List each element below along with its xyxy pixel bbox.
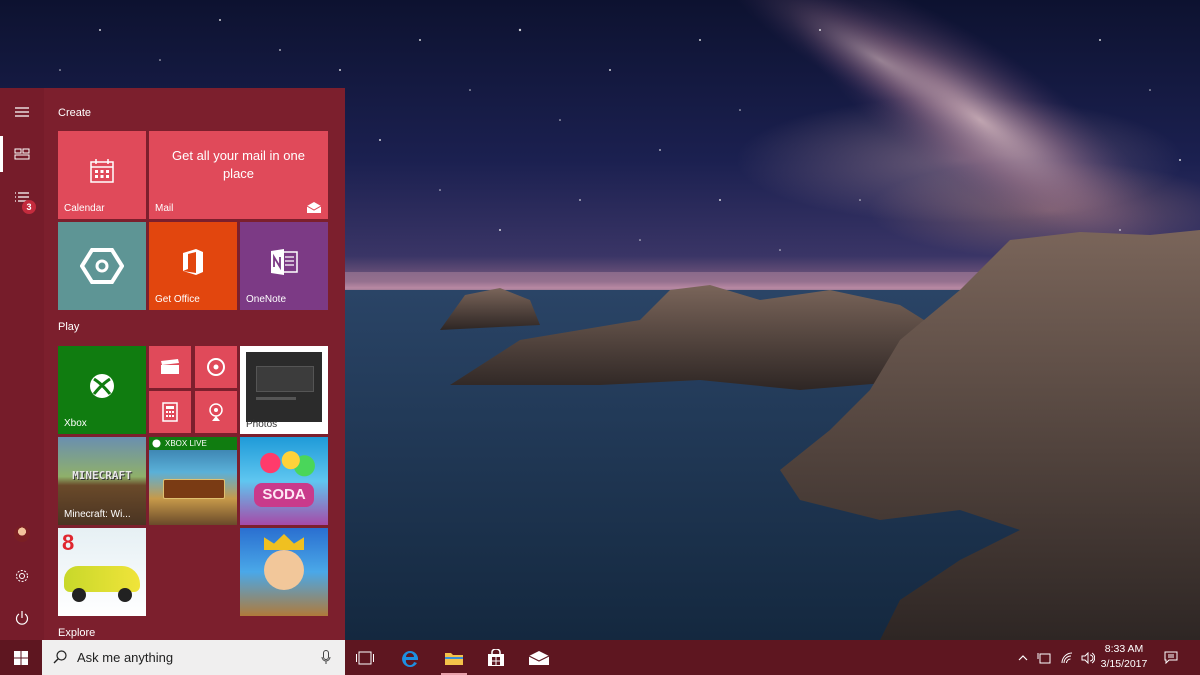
- store-icon: [488, 648, 504, 666]
- network-button[interactable]: [1056, 640, 1078, 675]
- store-button[interactable]: [476, 640, 516, 675]
- tile-photos[interactable]: Photos: [240, 346, 328, 434]
- onenote-icon: [271, 248, 298, 275]
- crown-art: [264, 534, 304, 550]
- group-label-explore: Explore: [58, 627, 96, 639]
- asphalt-logo: 8: [62, 530, 75, 555]
- xbox-icon: [152, 439, 161, 448]
- show-hidden-icons-button[interactable]: [1014, 640, 1032, 675]
- start-menu-rail: 3: [0, 88, 44, 640]
- tile-calculator[interactable]: [149, 391, 191, 433]
- soda-logo: SODA: [254, 483, 314, 507]
- volume-button[interactable]: [1078, 640, 1098, 675]
- tile-xbox[interactable]: Xbox: [58, 346, 146, 434]
- search-placeholder: Ask me anything: [77, 650, 174, 665]
- envelope-icon: [528, 650, 550, 665]
- taskbar: Ask me anything 8:33 AM 3/15/2017: [0, 640, 1200, 675]
- tile-label: Calendar: [64, 203, 105, 214]
- photo-thumbnail: [246, 352, 322, 422]
- castle-siege-logo: [163, 479, 225, 499]
- group-label-create: Create: [58, 107, 92, 119]
- clock-time: 8:33 AM: [1104, 643, 1144, 655]
- office-icon: [183, 248, 203, 275]
- tile-pdf-app[interactable]: [58, 222, 146, 310]
- chevron-up-icon: [1018, 654, 1028, 660]
- search-input[interactable]: Ask me anything: [42, 640, 345, 675]
- tile-candy-crush-soda[interactable]: SODA: [240, 437, 328, 525]
- power-icon: [15, 611, 29, 625]
- start-button[interactable]: [0, 640, 42, 675]
- tile-mail[interactable]: Get all your mail in one place Mail: [149, 131, 328, 219]
- tile-asphalt-8[interactable]: 8: [58, 528, 146, 616]
- notification-icon: [1164, 651, 1178, 664]
- account-button[interactable]: [0, 516, 44, 552]
- tile-calendar[interactable]: Calendar: [58, 131, 146, 219]
- tile-groove[interactable]: [195, 346, 237, 388]
- candy-art: [250, 449, 318, 477]
- webcam-icon: [209, 403, 223, 421]
- mail-message: Get all your mail in one place: [172, 148, 305, 181]
- xbox-live-banner: XBOX LIVE: [149, 437, 237, 450]
- edge-button[interactable]: [390, 640, 430, 675]
- windows-logo-icon: [14, 650, 28, 665]
- all-apps-button[interactable]: 3: [0, 180, 44, 216]
- character-art: [264, 550, 304, 590]
- notification-badge: 3: [22, 200, 36, 214]
- tile-label: Minecraft: Wi...: [64, 509, 131, 520]
- tile-movies[interactable]: [149, 346, 191, 388]
- mail-app-button[interactable]: [518, 640, 560, 675]
- tile-minecraft[interactable]: MINECRAFT Minecraft: Wi...: [58, 437, 146, 525]
- hexagon-icon: [80, 248, 124, 284]
- clock[interactable]: 8:33 AM 3/15/2017: [1096, 642, 1152, 672]
- search-icon: [53, 650, 67, 664]
- power-button[interactable]: [0, 600, 44, 636]
- folder-icon: [445, 652, 463, 665]
- tile-get-office[interactable]: Get Office: [149, 222, 237, 310]
- tile-label: Mail: [155, 203, 174, 214]
- group-label-play: Play: [58, 321, 80, 333]
- task-view-button[interactable]: [345, 640, 385, 675]
- minecraft-logo: MINECRAFT: [72, 469, 132, 482]
- avatar: [14, 526, 30, 542]
- tiles-view-button[interactable]: [0, 136, 44, 172]
- tablet-icon: [1037, 652, 1051, 663]
- xbox-icon: [90, 373, 114, 398]
- music-disc-icon: [207, 358, 225, 376]
- edge-icon: [402, 650, 418, 667]
- clapperboard-icon: [161, 359, 179, 374]
- calculator-icon: [162, 402, 178, 422]
- start-menu: 3 Create Calendar Get all your mail in o…: [0, 88, 345, 640]
- calendar-icon: [90, 158, 114, 183]
- file-explorer-button[interactable]: [434, 640, 474, 675]
- tile-camera[interactable]: [195, 391, 237, 433]
- hamburger-icon: [15, 107, 29, 117]
- mail-icon: [307, 202, 321, 213]
- microphone-icon[interactable]: [321, 650, 331, 665]
- tile-label: Photos: [246, 419, 278, 430]
- gear-icon: [16, 570, 28, 582]
- clock-date: 3/15/2017: [1100, 658, 1148, 670]
- tile-onenote[interactable]: OneNote: [240, 222, 328, 310]
- tile-label: Xbox: [64, 418, 87, 429]
- tile-age-of-empires[interactable]: XBOX LIVE: [149, 437, 237, 525]
- settings-button[interactable]: [0, 558, 44, 594]
- wifi-icon: [1061, 652, 1073, 663]
- task-view-icon: [356, 651, 374, 664]
- tile-label: OneNote: [246, 294, 287, 305]
- speaker-icon: [1081, 651, 1095, 664]
- tiles-icon: [14, 148, 30, 160]
- tray-device-button[interactable]: [1034, 640, 1054, 675]
- tile-label: Get Office: [155, 294, 200, 305]
- tile-royal-revolt-2[interactable]: [240, 528, 328, 616]
- action-center-button[interactable]: [1158, 640, 1184, 675]
- expand-button[interactable]: [0, 94, 44, 130]
